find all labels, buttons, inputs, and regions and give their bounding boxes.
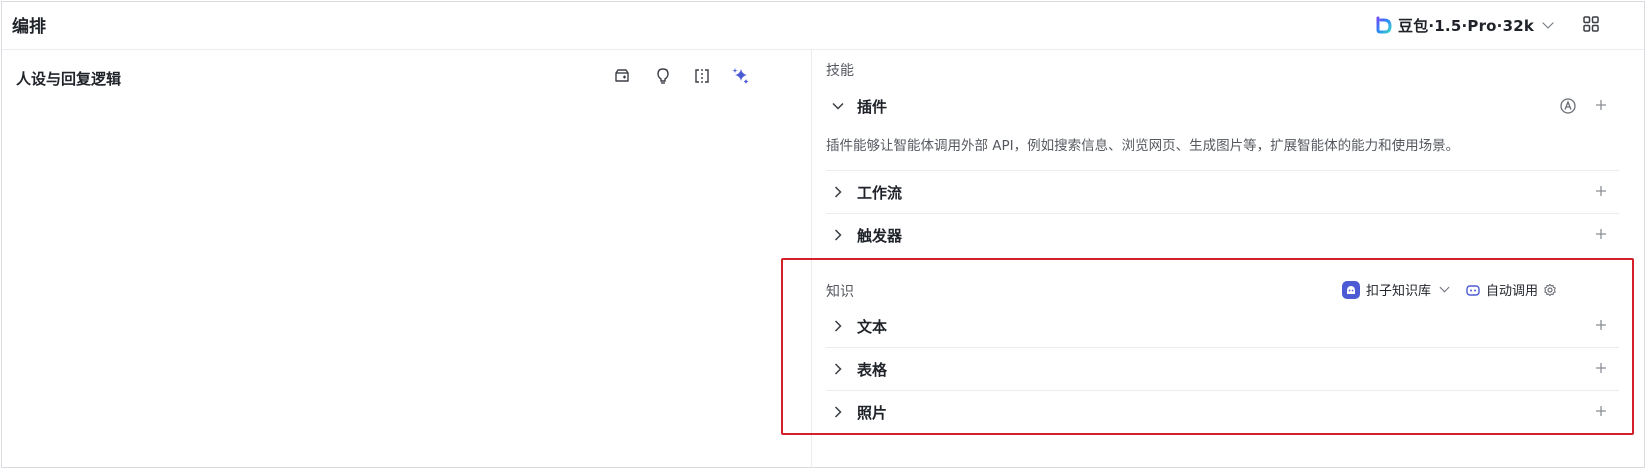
chevron-right-icon bbox=[829, 226, 847, 244]
chevron-down-icon bbox=[1439, 282, 1450, 293]
workflow-label: 工作流 bbox=[857, 183, 903, 202]
apps-grid-icon[interactable] bbox=[1582, 15, 1600, 33]
prompt-library-icon[interactable] bbox=[612, 66, 632, 86]
skills-section-label: 技能 bbox=[826, 63, 854, 79]
auto-call-label: 自动调用 bbox=[1486, 284, 1539, 299]
trigger-row[interactable]: 触发器 bbox=[826, 214, 1619, 256]
robot-icon bbox=[1466, 284, 1480, 296]
lightbulb-icon[interactable] bbox=[653, 66, 673, 86]
plugins-row[interactable]: 插件 bbox=[826, 85, 1619, 127]
skills-panel: 技能 插件 插件能够让智能体调用外部 API，例如搜索信息、浏览网页、生成图片等… bbox=[813, 50, 1646, 468]
knowledge-text-label: 文本 bbox=[857, 317, 888, 336]
page-title: 编排 bbox=[12, 17, 46, 37]
coze-kb-logo-icon bbox=[1342, 280, 1360, 299]
chevron-right-icon bbox=[829, 317, 847, 335]
chevron-down-icon bbox=[829, 97, 847, 115]
knowledge-table-row[interactable]: 表格 bbox=[826, 348, 1619, 390]
add-text-icon[interactable] bbox=[1593, 317, 1609, 333]
chevron-right-icon bbox=[829, 183, 847, 201]
plugins-label: 插件 bbox=[857, 97, 888, 116]
doubao-logo-icon bbox=[1376, 16, 1392, 34]
knowledge-table-label: 表格 bbox=[857, 360, 888, 379]
orchestration-panel: 编排 豆包·1.5·Pro·32k 人设与回复逻辑 技能 插件 插件能够让智能体… bbox=[1, 1, 1645, 468]
chevron-down-icon bbox=[1542, 17, 1554, 29]
add-photo-icon[interactable] bbox=[1593, 403, 1609, 419]
top-bar: 编排 豆包·1.5·Pro·32k bbox=[2, 2, 1644, 50]
split-view-icon[interactable] bbox=[692, 66, 712, 86]
add-plugin-icon[interactable] bbox=[1593, 97, 1609, 113]
add-table-icon[interactable] bbox=[1593, 360, 1609, 376]
add-workflow-icon[interactable] bbox=[1593, 183, 1609, 199]
auto-mode-icon[interactable] bbox=[1559, 97, 1577, 115]
workflow-row[interactable]: 工作流 bbox=[826, 171, 1619, 213]
chevron-right-icon bbox=[829, 360, 847, 378]
chevron-right-icon bbox=[829, 403, 847, 421]
model-name: 豆包·1.5·Pro·32k bbox=[1398, 16, 1535, 35]
settings-gear-icon[interactable] bbox=[1543, 283, 1557, 297]
persona-panel: 人设与回复逻辑 bbox=[2, 50, 812, 468]
auto-call-toggle[interactable]: 自动调用 bbox=[1465, 280, 1557, 299]
model-selector[interactable]: 豆包·1.5·Pro·32k bbox=[1374, 12, 1554, 38]
add-trigger-icon[interactable] bbox=[1593, 226, 1609, 242]
knowledge-photo-row[interactable]: 照片 bbox=[826, 391, 1619, 433]
sparkle-icon[interactable] bbox=[731, 66, 751, 86]
knowledge-text-row[interactable]: 文本 bbox=[826, 305, 1619, 347]
knowledge-photo-label: 照片 bbox=[857, 403, 888, 422]
knowledge-section-label: 知识 bbox=[826, 284, 854, 300]
plugins-description: 插件能够让智能体调用外部 API，例如搜索信息、浏览网页、生成图片等，扩展智能体… bbox=[826, 138, 1460, 154]
trigger-label: 触发器 bbox=[857, 226, 903, 245]
persona-title: 人设与回复逻辑 bbox=[16, 70, 122, 88]
knowledge-base-selector[interactable]: 扣子知识库 bbox=[1342, 280, 1450, 299]
knowledge-base-name: 扣子知识库 bbox=[1366, 284, 1432, 299]
